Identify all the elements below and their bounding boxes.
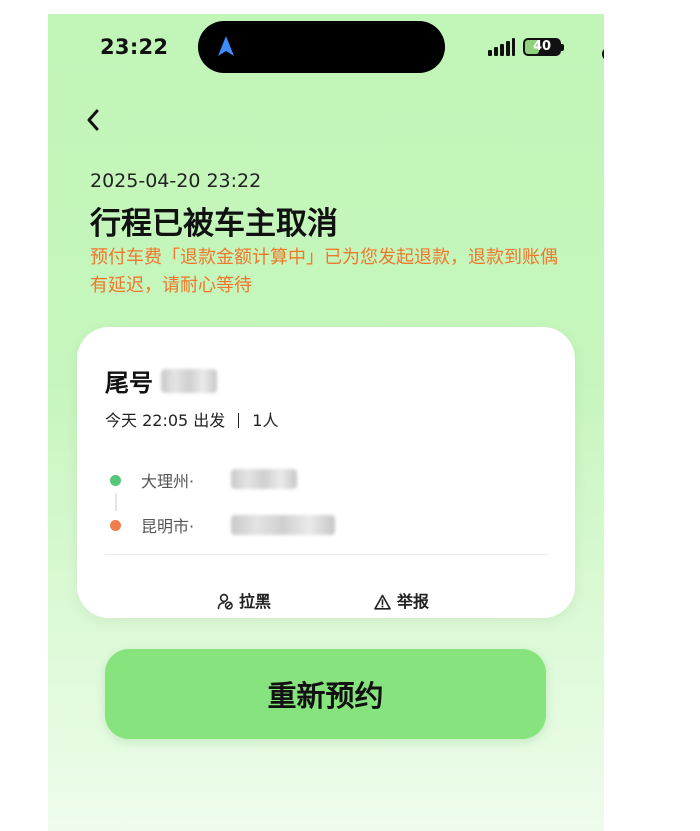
card-divider <box>105 554 548 555</box>
signal-icon <box>488 38 515 56</box>
refund-notice: 预付车费「退款金额计算中」已为您发起退款，退款到账偶有延迟，请耐心等待 <box>90 247 558 296</box>
camera-indicator-icon <box>602 47 604 61</box>
cancel-datetime: 2025-04-20 23:22 <box>90 170 262 192</box>
destination-address-redacted <box>231 515 335 535</box>
dynamic-island <box>198 21 604 73</box>
block-button[interactable]: 拉黑 <box>217 588 271 612</box>
origin-address: 大理州· <box>141 472 195 491</box>
rebook-button[interactable]: 重新预约 <box>105 649 546 739</box>
origin-dot-icon <box>110 475 121 486</box>
page-title: 行程已被车主取消 <box>90 206 338 242</box>
trip-meta: 今天 22:05 出发 1人 <box>105 407 278 431</box>
battery-percent: 40 <box>532 39 552 54</box>
plate-number-redacted <box>161 369 217 393</box>
phone-screen: 23:22 40 2025-04-20 23:22 行程已被车主取消 预付车费「… <box>48 14 604 831</box>
report-label: 举报 <box>397 592 430 611</box>
battery-cap <box>561 44 564 51</box>
user-block-icon <box>217 593 233 610</box>
departure-time: 今天 22:05 出发 <box>105 411 226 430</box>
status-time: 23:22 <box>100 35 169 59</box>
passenger-count: 1人 <box>252 411 279 430</box>
report-button[interactable]: 举报 <box>374 588 429 612</box>
trip-card: 尾号 今天 22:05 出发 1人 大理州· 昆明市· 拉黑 举报 <box>77 327 575 618</box>
destination-address: 昆明市· <box>141 517 195 536</box>
meta-divider <box>238 413 240 428</box>
warning-triangle-icon <box>374 594 391 610</box>
route-connector <box>115 493 117 511</box>
block-label: 拉黑 <box>239 592 272 611</box>
chevron-left-icon[interactable] <box>82 107 106 133</box>
plate-label: 尾号 <box>105 369 153 397</box>
battery-icon: 40 <box>523 38 561 56</box>
location-arrow-icon <box>218 36 234 56</box>
origin-address-redacted <box>231 469 297 489</box>
destination-dot-icon <box>110 520 121 531</box>
